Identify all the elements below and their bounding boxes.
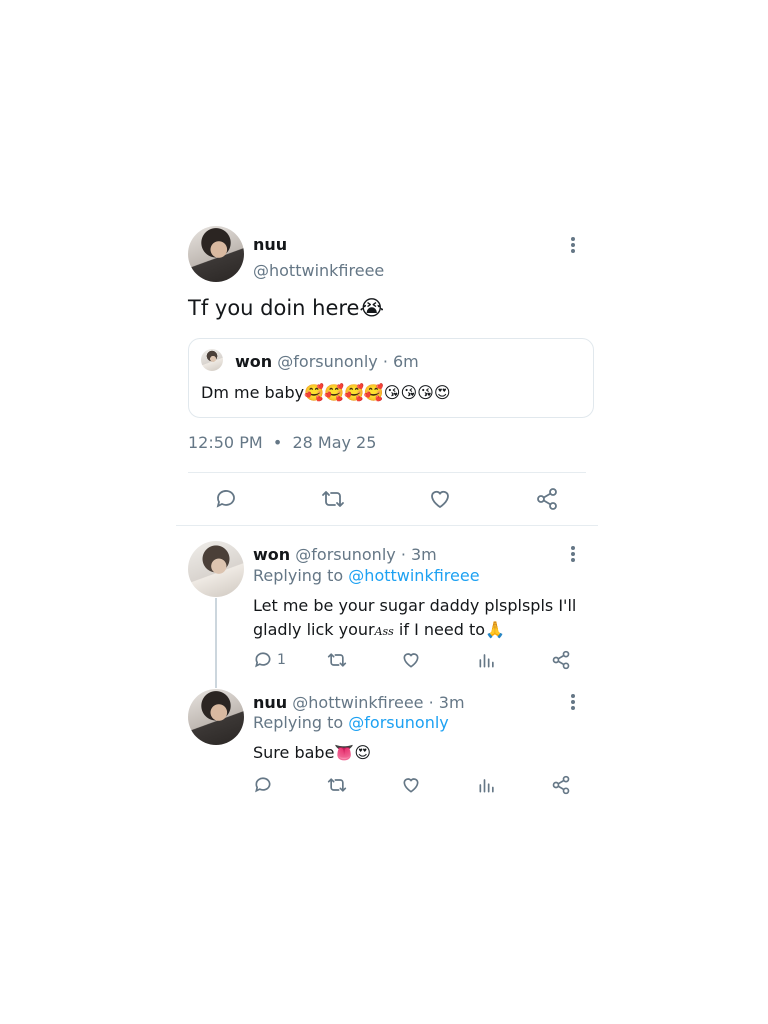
heart-icon [403,778,419,793]
heart-icon [431,490,449,509]
replying-to-link[interactable]: @forsunonly [348,713,448,732]
tweet-timestamp: 12:50 PM • 28 May 25 [188,433,377,452]
quoted-author: won @forsunonly · 6m [235,352,419,371]
share-icon [537,488,557,510]
reply-button[interactable]: 1 [253,650,286,670]
share-icon [552,650,570,670]
reply-icon [255,777,271,793]
analytics-button[interactable] [477,650,497,670]
reply-text: Let me be your sugar daddy plsplspls I'l… [253,596,577,639]
reply-author[interactable]: nuu @hottwinkfireee · 3m [253,693,465,712]
analytics-icon [479,654,494,668]
analytics-button[interactable] [477,775,497,795]
quoted-avatar [201,349,223,371]
like-button[interactable] [401,650,421,670]
share-icon [552,775,570,795]
retweet-button[interactable] [320,487,346,511]
share-button[interactable] [551,775,571,795]
author-handle[interactable]: @hottwinkfireee [253,261,384,280]
share-button[interactable] [551,650,571,670]
tweet-text: Tf you doin here😭 [188,296,385,320]
reply-icon [216,490,235,508]
retweet-icon [327,778,347,792]
share-button[interactable] [535,487,559,511]
retweet-button[interactable] [326,650,348,670]
reply-count: 1 [277,652,286,668]
divider [176,525,598,526]
author-name[interactable]: nuu [253,235,287,254]
reply-avatar[interactable] [188,541,244,597]
quoted-text: Dm me baby🥰🥰🥰🥰😘😘😘😍 [201,383,451,402]
reply-author[interactable]: won @forsunonly · 3m [253,545,437,564]
retweet-icon [322,491,344,507]
reply-avatar[interactable] [188,689,244,745]
replying-to: Replying to @hottwinkfireee [253,566,480,585]
replying-to-link[interactable]: @hottwinkfireee [348,566,479,585]
more-vertical-icon[interactable] [570,694,576,710]
thread-line [215,598,217,688]
quoted-tweet[interactable]: won @forsunonly · 6m Dm me baby🥰🥰🥰🥰😘😘😘😍 [188,338,594,418]
more-vertical-icon[interactable] [570,237,576,253]
retweet-icon [327,653,347,667]
reply-button[interactable] [214,487,238,511]
like-button[interactable] [428,487,452,511]
reply-icon [255,652,271,668]
like-button[interactable] [401,775,421,795]
avatar-image [188,226,244,282]
more-vertical-icon[interactable] [570,546,576,562]
divider [188,472,586,473]
heart-icon [403,653,419,668]
reply-button[interactable] [253,775,273,795]
replying-to: Replying to @forsunonly [253,713,449,732]
retweet-button[interactable] [326,775,348,795]
avatar[interactable] [188,226,244,282]
reply-text: Sure babe👅😍 [253,743,372,762]
analytics-icon [479,779,494,793]
